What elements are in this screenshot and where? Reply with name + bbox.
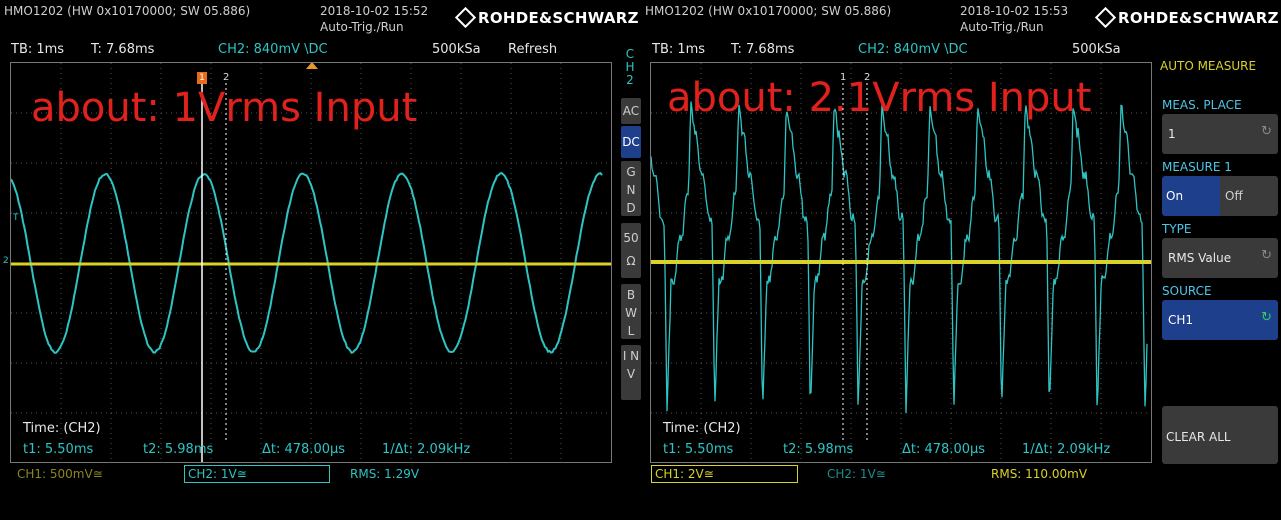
ch2-level-marker: 2 bbox=[3, 256, 9, 266]
type-selector[interactable]: RMS Value ↻ bbox=[1162, 238, 1278, 278]
cursor-2-marker[interactable]: 2 bbox=[223, 72, 229, 83]
source-selector[interactable]: CH1 ↻ bbox=[1162, 300, 1278, 340]
bandwidth-limit-button[interactable]: B W L bbox=[621, 284, 641, 339]
cursor-t2-left: t2: 5.98ms bbox=[143, 442, 213, 457]
trigger-position-marker bbox=[306, 63, 318, 69]
impedance-50-button[interactable]: 50 Ω bbox=[621, 223, 641, 278]
rms-readout-right: RMS: 110.00mV bbox=[988, 467, 1090, 481]
type-label: TYPE bbox=[1162, 222, 1191, 236]
rotary-knob-icon: ↻ bbox=[1261, 248, 1272, 263]
auto-measure-title: AUTO MEASURE bbox=[1160, 59, 1256, 73]
measure1-label: MEASURE 1 bbox=[1162, 160, 1232, 174]
coupling-ac-button[interactable]: AC bbox=[621, 98, 641, 124]
device-info-right: HMO1202 (HW 0x10170000; SW 05.886) bbox=[645, 4, 891, 18]
measure1-off-toggle[interactable]: Off bbox=[1220, 176, 1278, 216]
timebase-right: TB: 1ms bbox=[652, 42, 705, 57]
rohde-schwarz-logo-icon bbox=[455, 7, 476, 28]
type-value: RMS Value bbox=[1168, 251, 1231, 265]
cursor-freq-left: 1/Δt: 2.09kHz bbox=[382, 442, 470, 457]
clear-all-label: CLEAR ALL bbox=[1166, 430, 1231, 444]
trigger-mode-right: Auto-Trig./Run bbox=[960, 20, 1044, 34]
waveform-plot-right[interactable]: 1 2 about: 2.1Vrms Input Time: (CH2) t1:… bbox=[650, 62, 1152, 463]
datetime-right: 2018-10-02 15:53 bbox=[960, 4, 1068, 18]
invert-button[interactable]: I N V bbox=[621, 345, 641, 400]
measure1-on-toggle[interactable]: On bbox=[1162, 176, 1220, 216]
coupling-gnd-button[interactable]: G N D bbox=[621, 161, 641, 216]
rotary-knob-icon: ↻ bbox=[1261, 124, 1272, 139]
channel-setting-right: CH2: 840mV \DC bbox=[858, 42, 968, 57]
cursor-mode-left: Time: (CH2) bbox=[23, 421, 101, 436]
channel-setting-left: CH2: 840mV \DC bbox=[218, 42, 328, 57]
ch2-scale-right[interactable]: CH2: 1V≅ bbox=[824, 467, 889, 481]
waveform-grid-right bbox=[651, 63, 1151, 462]
clear-all-button[interactable]: CLEAR ALL bbox=[1162, 406, 1278, 464]
source-label: SOURCE bbox=[1162, 284, 1212, 298]
rms-readout-left: RMS: 1.29V bbox=[347, 467, 422, 481]
cursor-t1-right: t1: 5.50ms bbox=[663, 442, 733, 457]
trigger-level-marker: T bbox=[13, 213, 19, 223]
rotary-knob-icon: ↻ bbox=[1261, 310, 1272, 325]
meas-place-value: 1 bbox=[1168, 127, 1176, 141]
cursor-t2-right: t2: 5.98ms bbox=[783, 442, 853, 457]
sample-rate-left: 500kSa bbox=[432, 42, 481, 57]
trigger-time-right: T: 7.68ms bbox=[731, 42, 794, 57]
timebase-left: TB: 1ms bbox=[11, 42, 64, 57]
ch1-scale-right[interactable]: CH1: 2V≅ bbox=[651, 465, 798, 483]
meas-place-label: MEAS. PLACE bbox=[1162, 98, 1242, 112]
annotation-text-right: about: 2.1Vrms Input bbox=[667, 75, 1091, 121]
cursor-1-marker[interactable]: 1 bbox=[197, 72, 207, 84]
trigger-time-left: T: 7.68ms bbox=[91, 42, 154, 57]
cursor-mode-right: Time: (CH2) bbox=[663, 421, 741, 436]
waveform-plot-left[interactable]: 1 2 T 2 about: 1Vrms Input Time: (CH2) t… bbox=[10, 62, 612, 463]
sample-rate-right: 500kSa bbox=[1072, 42, 1121, 57]
trigger-mode-left: Auto-Trig./Run bbox=[320, 20, 404, 34]
ch1-scale-left[interactable]: CH1: 500mV≅ bbox=[14, 467, 106, 481]
brand-name: ROHDE&SCHWARZ bbox=[478, 9, 639, 27]
annotation-text-left: about: 1Vrms Input bbox=[31, 85, 417, 131]
brand-logo-right: ROHDE&SCHWARZ bbox=[1098, 9, 1279, 27]
rohde-schwarz-logo-icon bbox=[1095, 7, 1116, 28]
datetime-left: 2018-10-02 15:52 bbox=[320, 4, 428, 18]
brand-logo-left: ROHDE&SCHWARZ bbox=[458, 9, 639, 27]
cursor-delta-right: Δt: 478.00µs bbox=[902, 442, 985, 457]
refresh-mode-left: Refresh bbox=[508, 42, 557, 57]
coupling-dc-button[interactable]: DC bbox=[621, 126, 641, 158]
ch2-waveform-trace bbox=[651, 102, 1147, 414]
cursor-delta-left: Δt: 478.00µs bbox=[262, 442, 345, 457]
source-value: CH1 bbox=[1168, 313, 1193, 327]
channel-indicator: C H 2 bbox=[622, 48, 638, 87]
cursor-freq-right: 1/Δt: 2.09kHz bbox=[1022, 442, 1110, 457]
meas-place-selector[interactable]: 1 ↻ bbox=[1162, 114, 1278, 154]
device-info-left: HMO1202 (HW 0x10170000; SW 05.886) bbox=[4, 4, 250, 18]
cursor-t1-left: t1: 5.50ms bbox=[23, 442, 93, 457]
ch2-scale-left[interactable]: CH2: 1V≅ bbox=[184, 465, 330, 483]
brand-name: ROHDE&SCHWARZ bbox=[1118, 9, 1279, 27]
